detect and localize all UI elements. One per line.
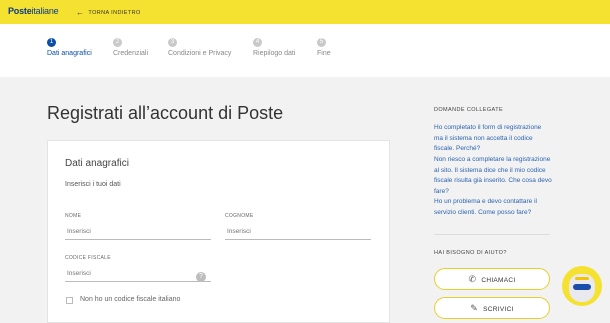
step-dati-anagrafici: 1 Dati anagrafici — [47, 38, 92, 57]
no-codice-fiscale-checkbox[interactable] — [66, 297, 73, 304]
pencil-icon: ✎ — [470, 303, 479, 313]
form-section-subtitle: Inserisci i tuoi dati — [65, 181, 121, 188]
step-number: 4 — [253, 38, 262, 47]
step-label: Condizioni e Privacy — [168, 50, 232, 57]
page-title: Registrati all’account di Poste — [47, 103, 284, 123]
related-question-link[interactable]: Non riesco a completare la registrazione… — [434, 155, 552, 197]
cognome-field: COGNOME — [225, 213, 371, 240]
step-number: 2 — [113, 38, 122, 47]
aside-divider — [434, 234, 550, 235]
top-bar: Posteitaliane ← TORNA INDIETRO — [0, 0, 610, 24]
call-us-button[interactable]: ✆ CHIAMACI — [434, 268, 550, 290]
cognome-input[interactable] — [225, 224, 371, 240]
step-number: 1 — [47, 38, 56, 47]
nome-label: NOME — [65, 213, 82, 219]
step-number: 5 — [317, 38, 326, 47]
chat-assistant-icon[interactable] — [562, 266, 602, 306]
step-condizioni-privacy: 3 Condizioni e Privacy — [168, 38, 231, 57]
registration-form-card: Dati anagrafici Inserisci i tuoi dati NO… — [47, 140, 390, 323]
nome-field: NOME — [65, 213, 211, 240]
assistant-face — [569, 274, 595, 302]
codice-fiscale-input[interactable] — [65, 266, 211, 282]
step-label: Credenziali — [113, 50, 149, 57]
step-number: 3 — [168, 38, 177, 47]
no-codice-fiscale-label[interactable]: Non ho un codice fiscale italiano — [80, 296, 180, 303]
poste-italiane-logo[interactable]: Posteitaliane — [8, 6, 59, 16]
back-label: TORNA INDIETRO — [88, 10, 141, 16]
assistant-band — [575, 277, 589, 280]
step-riepilogo-dati: 4 Riepilogo dati — [253, 38, 295, 57]
step-label: Dati anagrafici — [47, 50, 92, 57]
question-icon[interactable]: ? — [196, 272, 206, 282]
phone-icon: ✆ — [468, 274, 477, 284]
form-section-title: Dati anagrafici — [65, 158, 129, 169]
step-label: Fine — [317, 50, 331, 57]
arrow-left-icon: ← — [76, 8, 85, 17]
step-label: Riepilogo dati — [253, 50, 296, 57]
logo-rest: italiane — [31, 6, 59, 16]
codice-fiscale-label: CODICE FISCALE — [65, 255, 111, 261]
related-question-link[interactable]: Ho completato il form di registrazione m… — [434, 123, 552, 155]
nome-input[interactable] — [65, 224, 211, 240]
related-question-link[interactable]: Ho un problema e devo contattare il serv… — [434, 197, 552, 218]
help-heading: HAI BISOGNO DI AIUTO? — [434, 250, 507, 256]
write-us-button[interactable]: ✎ SCRIVICI — [434, 297, 550, 319]
step-fine: 5 Fine — [317, 38, 331, 57]
codice-fiscale-field: CODICE FISCALE — [65, 255, 211, 282]
assistant-visor — [573, 284, 591, 290]
registration-stepper: 1 Dati anagrafici 2 Credenziali 3 Condiz… — [0, 24, 610, 77]
write-us-label: SCRIVICI — [483, 306, 514, 313]
back-link[interactable]: ← TORNA INDIETRO — [76, 7, 141, 17]
call-us-label: CHIAMACI — [481, 277, 516, 284]
cognome-label: COGNOME — [225, 213, 254, 219]
related-questions-heading: DOMANDE COLLEGATE — [434, 107, 504, 113]
logo-bold: Poste — [8, 6, 32, 16]
step-credenziali: 2 Credenziali — [113, 38, 148, 57]
